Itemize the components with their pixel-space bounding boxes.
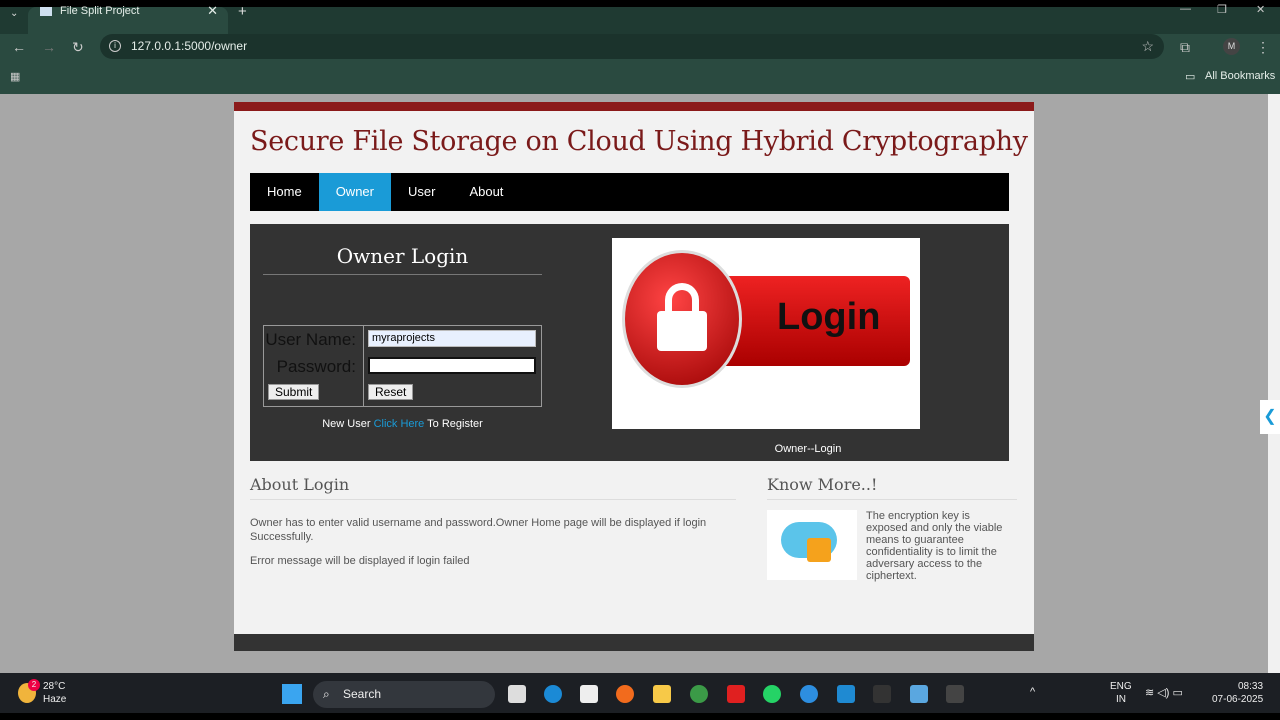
image-caption: Owner--Login (774, 443, 842, 455)
task-view-icon[interactable] (508, 685, 526, 703)
lang-1[interactable]: ENG (1110, 681, 1132, 692)
cmd-icon[interactable] (946, 685, 964, 703)
login-panel: Owner Login User Name: Password: myrapro… (250, 224, 1009, 461)
menu-about[interactable]: About (452, 173, 520, 211)
store-icon[interactable] (580, 685, 598, 703)
chrome-icon[interactable] (690, 685, 708, 703)
about-heading: About Login (250, 475, 736, 500)
site-title: Secure File Storage on Cloud Using Hybri… (250, 126, 1028, 157)
search-label: Search (343, 687, 382, 701)
know-more-text: The encryption key is exposed and only t… (866, 510, 1003, 582)
extensions-icon[interactable]: ⧉ (1180, 39, 1190, 56)
new-tab-button[interactable]: + (238, 3, 247, 20)
login-image-text: Login (777, 296, 881, 338)
youtube-icon[interactable] (727, 685, 745, 703)
weather-text: Haze (43, 694, 67, 705)
folder-icon: ▭ (1185, 71, 1196, 83)
username-input[interactable]: myraprojects (368, 330, 536, 347)
remote-desktop-icon[interactable] (800, 685, 818, 703)
reset-button[interactable]: Reset (368, 384, 414, 400)
reload-icon[interactable]: ↻ (72, 39, 84, 56)
register-prompt: New User Click Here To Register (263, 418, 542, 430)
padlock-icon (622, 250, 742, 388)
weather-badge: 2 (28, 679, 40, 691)
back-icon[interactable]: ← (12, 39, 26, 55)
menu-icon[interactable]: ⋮ (1256, 39, 1270, 56)
notepad-icon[interactable] (910, 685, 928, 703)
minimize-button[interactable]: — (1180, 3, 1191, 15)
cloud-lock-image (767, 510, 857, 580)
menu-home[interactable]: Home (250, 173, 319, 211)
address-bar[interactable]: i 127.0.0.1:5000/owner ☆ (100, 34, 1164, 59)
tab-bar: ⌄ File Split Project ✕ + — ❐ ✕ (0, 0, 1280, 34)
info-icon[interactable]: i (109, 40, 121, 52)
bookmark-star-icon[interactable]: ☆ (1141, 34, 1154, 59)
terminal-app-icon[interactable] (873, 685, 891, 703)
whatsapp-icon[interactable] (763, 685, 781, 703)
clock-time[interactable]: 08:33 (1238, 681, 1263, 692)
password-label: Password: (276, 357, 356, 376)
taskbar: 2 28°C Haze ⌕ Search ^ ENG IN ≋ ◁) ▭ 08:3… (0, 673, 1280, 713)
edge-icon[interactable] (544, 685, 562, 703)
temperature[interactable]: 28°C (43, 681, 65, 692)
login-image: Login (612, 238, 920, 429)
login-heading: Owner Login (263, 244, 542, 275)
taskbar-search[interactable]: ⌕ Search (313, 681, 495, 708)
login-form: User Name: Password: myraprojects Submit… (263, 325, 542, 407)
tab-title: File Split Project (60, 5, 140, 17)
favicon-icon (40, 7, 52, 16)
maximize-button[interactable]: ❐ (1217, 3, 1227, 16)
page-container: Secure File Storage on Cloud Using Hybri… (234, 102, 1034, 650)
about-text-2: Error message will be displayed if login… (250, 555, 470, 567)
page-footer (234, 634, 1034, 651)
password-input[interactable] (368, 357, 536, 374)
vscode-icon[interactable] (837, 685, 855, 703)
about-text-1: Owner has to enter valid username and pa… (250, 517, 707, 543)
browser-tab[interactable]: File Split Project ✕ (28, 4, 228, 34)
submit-button[interactable]: Submit (268, 384, 320, 400)
to-register-text: To Register (427, 418, 483, 430)
know-more-heading: Know More..! (767, 475, 1017, 500)
lang-2[interactable]: IN (1116, 694, 1126, 705)
scrollbar[interactable] (1268, 94, 1280, 673)
apps-icon[interactable]: ▦ (10, 70, 20, 83)
clock-date[interactable]: 07-06-2025 (1212, 694, 1263, 705)
new-user-text: New User (322, 418, 371, 430)
all-bookmarks[interactable]: All Bookmarks (1205, 70, 1275, 82)
register-link[interactable]: Click Here (374, 418, 425, 430)
side-panel-toggle[interactable]: ❮ (1260, 400, 1280, 434)
forward-icon[interactable]: → (42, 39, 56, 55)
menu-user[interactable]: User (391, 173, 452, 211)
close-window-button[interactable]: ✕ (1256, 3, 1265, 16)
page-viewport: Secure File Storage on Cloud Using Hybri… (0, 94, 1268, 673)
browser-toolbar: ← → ↻ i 127.0.0.1:5000/owner ☆ ⧉ M ⋮ ▦ ▭ … (0, 34, 1280, 94)
wifi-volume-battery-icon[interactable]: ≋ ◁) ▭ (1145, 686, 1183, 699)
main-menu: Home Owner User About (250, 173, 1009, 211)
search-icon: ⌕ (323, 687, 330, 701)
file-explorer-icon[interactable] (653, 685, 671, 703)
close-tab-icon[interactable]: ✕ (207, 4, 218, 17)
url-text: 127.0.0.1:5000/owner (131, 39, 248, 53)
profile-avatar[interactable]: M (1223, 38, 1240, 55)
chevron-up-icon[interactable]: ^ (1030, 686, 1035, 698)
tab-search-icon[interactable]: ⌄ (10, 8, 18, 19)
start-icon[interactable] (282, 684, 302, 704)
firefox-icon[interactable] (616, 685, 634, 703)
menu-owner[interactable]: Owner (318, 173, 391, 211)
username-label: User Name: (265, 330, 356, 349)
